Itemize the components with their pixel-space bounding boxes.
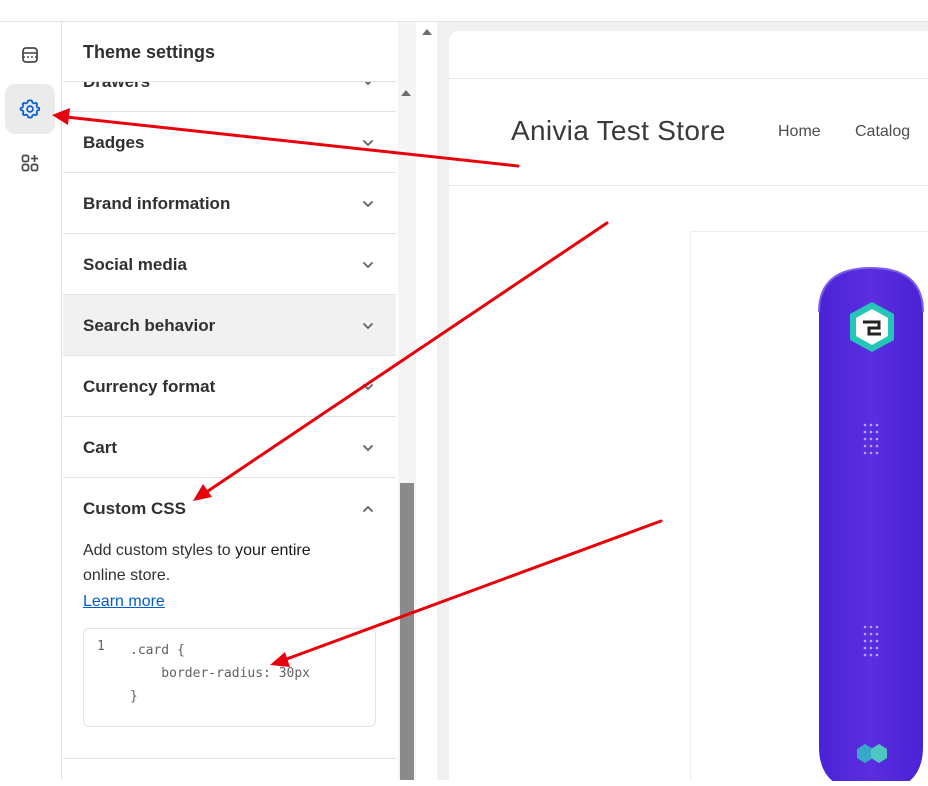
apps-button[interactable] xyxy=(5,138,55,188)
code-line: } xyxy=(130,689,138,704)
editor-rail xyxy=(0,22,62,780)
description-emphasis: your entire xyxy=(235,542,311,559)
product-card[interactable] xyxy=(690,231,928,786)
settings-row-label: Brand information xyxy=(83,194,231,213)
preview-announcement-bar xyxy=(449,31,928,79)
gear-icon xyxy=(19,99,41,119)
panel-header: Theme settings xyxy=(63,22,396,82)
apps-icon xyxy=(21,154,39,172)
settings-row-label: Cart xyxy=(83,438,118,457)
settings-row-label: Social media xyxy=(83,255,187,274)
settings-row-brand-information[interactable]: Brand information xyxy=(63,173,396,234)
store-preview: Anivia Test Store Home Catalog xyxy=(449,31,928,786)
settings-row-cart[interactable]: Cart xyxy=(63,417,396,478)
store-name[interactable]: Anivia Test Store xyxy=(511,115,726,147)
css-code-editor[interactable]: 1 .card { border-radius: 30px} xyxy=(83,628,376,727)
nav-link-home[interactable]: Home xyxy=(778,123,821,141)
nav-link-catalog[interactable]: Catalog xyxy=(855,123,910,141)
settings-row-search-behavior[interactable]: Search behavior xyxy=(63,295,396,356)
sections-button[interactable] xyxy=(5,30,55,80)
chevron-up-icon xyxy=(363,505,373,512)
custom-css-description: Add custom styles to your entire online … xyxy=(83,538,353,588)
description-text: Add custom styles to xyxy=(83,542,236,559)
sections-icon xyxy=(22,47,38,63)
chevron-down-icon xyxy=(363,201,373,208)
settings-row-badges[interactable]: Badges xyxy=(63,112,396,173)
scroll-up-arrow-icon[interactable] xyxy=(401,90,411,96)
snowboard-image xyxy=(818,266,924,786)
custom-css-header[interactable]: Custom CSS xyxy=(63,478,396,534)
learn-more-link[interactable]: Learn more xyxy=(83,593,165,611)
custom-css-title: Custom CSS xyxy=(83,499,186,518)
chevron-down-icon xyxy=(363,384,373,391)
panel-title: Theme settings xyxy=(83,42,216,62)
settings-row-social-media[interactable]: Social media xyxy=(63,234,396,295)
line-number: 1 xyxy=(97,639,105,654)
settings-row-label: Search behavior xyxy=(83,316,216,335)
chevron-down-icon xyxy=(363,262,373,269)
settings-row-label: Currency format xyxy=(83,377,216,396)
scroll-up-arrow-icon[interactable] xyxy=(422,29,432,35)
chevron-down-icon xyxy=(363,323,373,330)
code-content: .card { border-radius: 30px} xyxy=(130,639,310,708)
theme-settings-panel: Drawers Theme settings Badges Brand info… xyxy=(63,22,415,780)
top-bar xyxy=(0,0,928,22)
settings-row-currency-format[interactable]: Currency format xyxy=(63,356,396,417)
panel-scrollbar-thumb[interactable] xyxy=(400,483,414,780)
custom-css-section: Custom CSS Add custom styles to your ent… xyxy=(63,478,396,759)
settings-row-label: Badges xyxy=(83,133,145,152)
chevron-down-icon xyxy=(363,445,373,452)
store-header: Anivia Test Store Home Catalog xyxy=(449,80,928,186)
code-line: .card { xyxy=(130,643,185,658)
theme-settings-button[interactable] xyxy=(5,84,55,134)
code-line: border-radius: 30px xyxy=(130,666,311,681)
description-text-end: online store. xyxy=(83,567,171,584)
chevron-down-icon xyxy=(363,140,373,147)
